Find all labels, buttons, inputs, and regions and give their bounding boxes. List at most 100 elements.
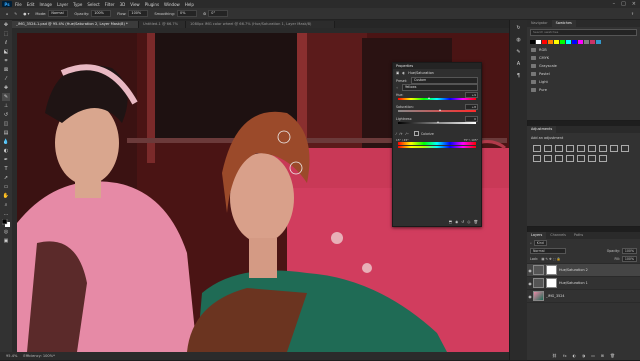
swatch[interactable] xyxy=(560,40,565,44)
saturation-slider-handle[interactable] xyxy=(438,109,441,111)
swatch[interactable] xyxy=(584,40,589,44)
screen-mode-icon[interactable]: ▣ xyxy=(2,237,10,245)
fx-icon[interactable]: fx xyxy=(563,353,567,358)
tab-document-untitled[interactable]: Untitled-1 @ 66.7% xyxy=(139,21,186,28)
flow-field[interactable]: 100% xyxy=(128,10,149,17)
crop-tool-icon[interactable]: ⌗ xyxy=(2,57,10,65)
add-mask-icon[interactable]: ◐ xyxy=(573,353,576,358)
exposure-icon[interactable] xyxy=(566,145,574,152)
zoom-level[interactable]: 95.4% xyxy=(6,354,17,358)
delete-layer-icon[interactable]: 🗑 xyxy=(610,353,615,358)
hue-saturation-icon[interactable] xyxy=(588,145,596,152)
selective-color-icon[interactable] xyxy=(599,155,607,162)
eyedropper-icon[interactable]: ⁄ xyxy=(396,132,397,136)
black-white-icon[interactable] xyxy=(610,145,618,152)
maximize-button[interactable]: □ xyxy=(621,1,626,7)
pen-tool-icon[interactable]: ✒ xyxy=(2,156,10,164)
tab-paths[interactable]: Paths xyxy=(570,232,587,239)
color-range-bar-top[interactable] xyxy=(398,142,476,145)
brush-size-preset[interactable]: ● ▾ xyxy=(23,12,29,16)
menu-filter[interactable]: Filter xyxy=(105,2,115,7)
paragraph-panel-icon[interactable]: ¶ xyxy=(515,72,523,80)
brush-tool-icon[interactable]: ✎ xyxy=(2,93,10,101)
visibility-eye-icon[interactable]: ◎ xyxy=(467,220,470,224)
menu-file[interactable]: File xyxy=(15,2,22,7)
swatch[interactable] xyxy=(554,40,559,44)
status-info[interactable]: Efficiency: 100%* xyxy=(23,354,54,358)
layer-row[interactable]: ◉ Hue/Saturation 2 xyxy=(527,264,640,277)
menu-type[interactable]: Type xyxy=(73,2,82,7)
opacity-field[interactable]: 100% xyxy=(91,10,112,17)
colorize-checkbox[interactable] xyxy=(413,131,419,136)
rectangle-tool-icon[interactable]: ▭ xyxy=(2,183,10,191)
swatch-group-cmyk[interactable]: CMYK xyxy=(527,54,640,62)
history-brush-icon[interactable]: ↺ xyxy=(2,111,10,119)
swatch-group-light[interactable]: Light xyxy=(527,78,640,86)
lightness-slider[interactable] xyxy=(398,121,476,124)
gradient-tool-icon[interactable]: ▤ xyxy=(2,129,10,137)
swatches-search-input[interactable]: Search swatches xyxy=(530,29,637,36)
tab-document-active[interactable]: _IMG_3524-1.psd @ 95.4% (Hue/Saturation … xyxy=(12,21,139,28)
history-panel-icon[interactable]: ↻ xyxy=(515,24,523,32)
color-panel-icon[interactable]: ◍ xyxy=(515,36,523,44)
layer-row[interactable]: ◉ Hue/Saturation 1 xyxy=(527,277,640,290)
zoom-tool-icon[interactable]: ⌕ xyxy=(2,201,10,209)
saturation-slider[interactable] xyxy=(398,109,476,112)
swatch[interactable] xyxy=(566,40,571,44)
tab-adjustments[interactable]: Adjustments xyxy=(527,126,557,133)
hue-slider-handle[interactable] xyxy=(427,97,430,99)
home-icon[interactable]: ⌂ xyxy=(6,12,8,16)
marquee-tool-icon[interactable]: ⬚ xyxy=(2,30,10,38)
gradient-map-icon[interactable] xyxy=(588,155,596,162)
layer-kind-dropdown[interactable]: Kind xyxy=(533,240,547,246)
swatch[interactable] xyxy=(536,40,541,44)
menu-layer[interactable]: Layer xyxy=(57,2,68,7)
hue-value[interactable]: +9 xyxy=(465,91,478,98)
gear-icon[interactable]: ⚙ xyxy=(203,12,206,16)
quick-mask-icon[interactable]: ◎ xyxy=(2,228,10,236)
tab-layers[interactable]: Layers xyxy=(527,232,547,239)
minimize-button[interactable]: – xyxy=(613,1,616,7)
lock-icons[interactable]: ▦ ✎ ✥ ⬚ 🔒 xyxy=(541,257,560,261)
menu-select[interactable]: Select xyxy=(87,2,99,7)
path-select-tool-icon[interactable]: ➚ xyxy=(2,174,10,182)
more-tools-icon[interactable]: … xyxy=(2,210,10,218)
brush-tool-icon[interactable]: ✎ xyxy=(14,12,17,16)
link-layers-icon[interactable]: ⛓ xyxy=(552,353,557,358)
tab-swatches[interactable]: Swatches xyxy=(551,20,576,27)
tab-document-color-wheel[interactable]: 1080px IMG color wheel @ 66.7% (Hue/Satu… xyxy=(186,21,335,28)
lasso-tool-icon[interactable]: ℓ xyxy=(2,39,10,47)
swatch[interactable] xyxy=(572,40,577,44)
preset-dropdown[interactable]: Custom xyxy=(411,77,478,84)
menu-help[interactable]: Help xyxy=(185,2,194,7)
tab-channels[interactable]: Channels xyxy=(546,232,570,239)
layer-row[interactable]: ◉ _IMG_3524 xyxy=(527,290,640,303)
mask-icon[interactable]: ◐ xyxy=(402,71,405,75)
swatch-group-pastel[interactable]: Pastel xyxy=(527,70,640,78)
lightness-value[interactable]: 0 xyxy=(465,115,478,122)
swatch[interactable] xyxy=(530,40,535,44)
vibrance-icon[interactable] xyxy=(577,145,585,152)
frame-tool-icon[interactable]: ⊠ xyxy=(2,66,10,74)
healing-brush-icon[interactable]: ✚ xyxy=(2,84,10,92)
brightness-contrast-icon[interactable] xyxy=(533,145,541,152)
hue-slider[interactable] xyxy=(398,97,476,100)
eyedropper-minus-icon[interactable]: ⁄− xyxy=(406,132,409,136)
clone-stamp-icon[interactable]: ⊥ xyxy=(2,102,10,110)
photo-filter-icon[interactable] xyxy=(621,145,629,152)
menu-window[interactable]: Window xyxy=(164,2,180,7)
object-select-tool-icon[interactable]: ⬕ xyxy=(2,48,10,56)
swatch[interactable] xyxy=(548,40,553,44)
eyedropper-tool-icon[interactable]: ⁄ xyxy=(2,75,10,83)
channel-mixer-icon[interactable] xyxy=(533,155,541,162)
character-panel-icon[interactable]: A xyxy=(515,60,523,68)
swatch-group-rgb[interactable]: RGB xyxy=(527,46,640,54)
color-balance-icon[interactable] xyxy=(599,145,607,152)
swatch-group-grayscale[interactable]: Grayscale xyxy=(527,62,640,70)
levels-icon[interactable] xyxy=(544,145,552,152)
color-lookup-icon[interactable] xyxy=(544,155,552,162)
eraser-tool-icon[interactable]: ◫ xyxy=(2,120,10,128)
close-button[interactable]: × xyxy=(632,1,636,7)
layer-mask-thumb[interactable] xyxy=(546,265,557,275)
swatch[interactable] xyxy=(596,40,601,44)
